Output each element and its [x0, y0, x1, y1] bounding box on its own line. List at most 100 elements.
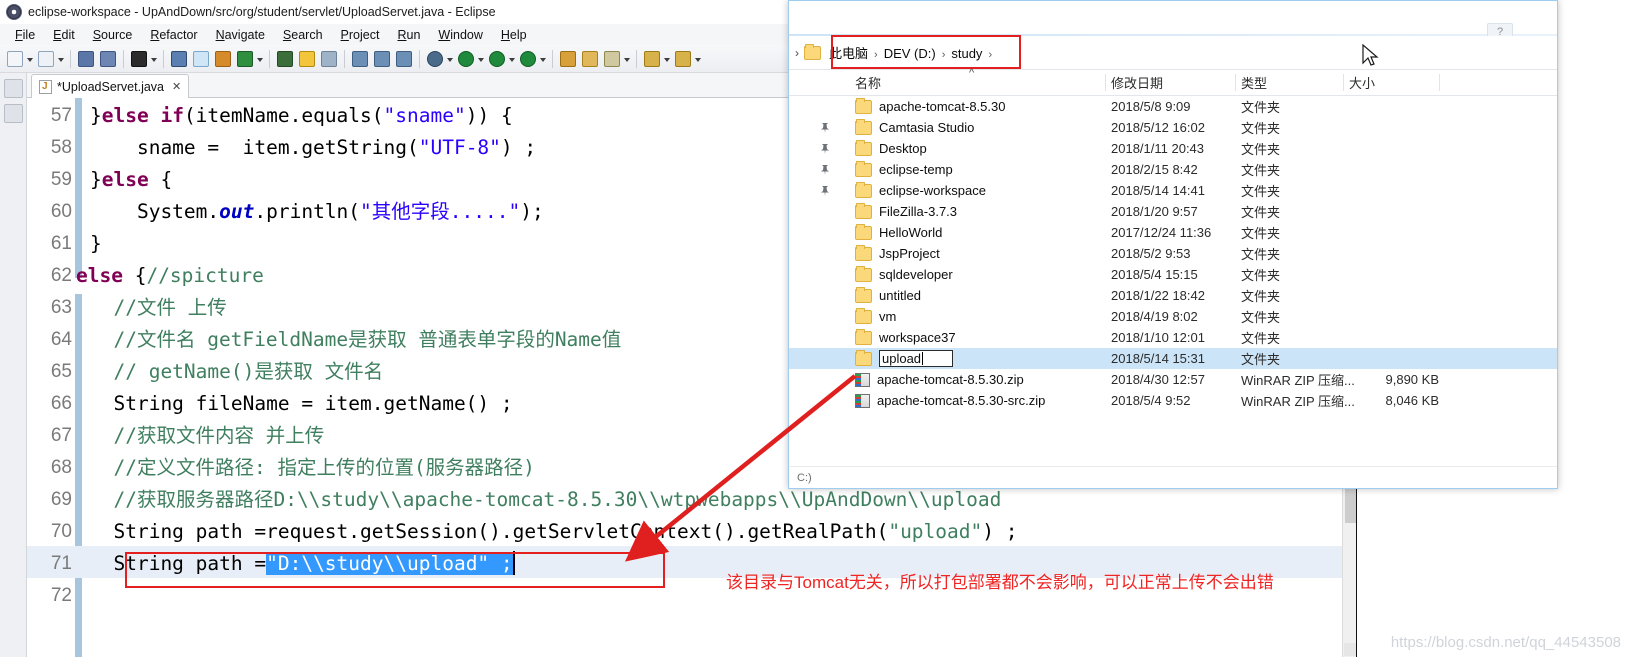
toolbar-separator: [163, 49, 164, 68]
tab-close-icon[interactable]: ✕: [172, 80, 181, 93]
code-line: String path =request.getSession().getSer…: [90, 516, 1017, 548]
toggle-markoccurrences-icon[interactable]: [191, 49, 211, 69]
code-token: System.: [90, 200, 220, 223]
file-type-cell: 文件夹: [1241, 331, 1281, 346]
code-token: }: [90, 168, 102, 191]
file-date-cell: 2018/5/12 16:02: [1111, 120, 1205, 135]
refresh-icon[interactable]: [235, 49, 255, 69]
menu-item-navigate[interactable]: Navigate: [207, 27, 274, 43]
chevron-down-icon[interactable]: [256, 49, 265, 69]
package-explorer-icon[interactable]: [3, 79, 23, 98]
run-green-icon[interactable]: [456, 49, 476, 69]
file-name-cell: sqldeveloper: [855, 265, 953, 282]
run-yellow-icon[interactable]: [297, 49, 317, 69]
file-row[interactable]: JspProject 2018/5/2 9:53 文件夹: [789, 243, 1557, 264]
file-list[interactable]: apache-tomcat-8.5.30 2018/5/8 9:09 文件夹 Camt…: [789, 96, 1557, 466]
edit-icon[interactable]: [602, 49, 622, 69]
file-row[interactable]: untitled 2018/1/22 18:42 文件夹: [789, 285, 1557, 306]
file-row[interactable]: apache-tomcat-8.5.30-src.zip 2018/5/4 9:5…: [789, 390, 1557, 411]
open-task-icon[interactable]: [372, 49, 392, 69]
outline-view-icon[interactable]: [3, 104, 23, 123]
file-name-text: untitled: [879, 288, 921, 303]
menu-item-source[interactable]: Source: [84, 27, 142, 43]
file-name-cell: HelloWorld: [855, 223, 942, 240]
file-row[interactable]: HelloWorld 2017/12/24 11:36 文件夹: [789, 222, 1557, 243]
chevron-down-icon[interactable]: [539, 49, 548, 69]
debug-perspective-icon[interactable]: [425, 49, 445, 69]
open-console-icon[interactable]: [169, 49, 189, 69]
highlight-box-breadcrumb: [831, 35, 1021, 69]
menu-item-search[interactable]: Search: [274, 27, 332, 43]
menu-item-edit[interactable]: Edit: [44, 27, 84, 43]
nav-forward-icon[interactable]: ›: [795, 46, 799, 60]
file-row[interactable]: apache-tomcat-8.5.30.zip 2018/4/30 12:57 W…: [789, 369, 1557, 390]
menu-item-help[interactable]: Help: [492, 27, 536, 43]
pin-icon: [819, 185, 830, 197]
chevron-down-icon[interactable]: [446, 49, 455, 69]
code-token: //文件 上传: [90, 296, 227, 319]
chevron-down-icon[interactable]: [663, 49, 672, 69]
tab-uploadservet-java[interactable]: *UploadServet.java ✕: [31, 74, 190, 98]
coverage-icon[interactable]: [487, 49, 507, 69]
folder-icon: [855, 244, 872, 261]
line-number: 60: [50, 201, 72, 222]
file-row[interactable]: workspace37 2018/1/10 12:01 文件夹: [789, 327, 1557, 348]
chevron-down-icon[interactable]: [477, 49, 486, 69]
save-all-icon[interactable]: [98, 49, 118, 69]
profile-icon[interactable]: [518, 49, 538, 69]
previous-annotation-icon[interactable]: [673, 49, 693, 69]
code-token: "其他字段.....": [360, 200, 521, 223]
menu-item-window[interactable]: Window: [429, 27, 491, 43]
file-row[interactable]: Desktop 2018/1/11 20:43 文件夹: [789, 138, 1557, 159]
save-icon[interactable]: [76, 49, 96, 69]
chevron-down-icon[interactable]: [26, 49, 35, 69]
file-row[interactable]: Camtasia Studio 2018/5/12 16:02 文件夹: [789, 117, 1557, 138]
file-row[interactable]: FileZilla-3.7.3 2018/1/20 9:57 文件夹: [789, 201, 1557, 222]
chevron-down-icon[interactable]: [623, 49, 632, 69]
file-row[interactable]: vm 2018/4/19 8:02 文件夹: [789, 306, 1557, 327]
open-resource-icon[interactable]: [558, 49, 578, 69]
file-row[interactable]: apache-tomcat-8.5.30 2018/5/8 9:09 文件夹: [789, 96, 1557, 117]
column-header-type[interactable]: 类型: [1241, 70, 1267, 95]
menu-item-refactor[interactable]: Refactor: [141, 27, 206, 43]
file-row[interactable]: upload 2018/5/14 15:31 文件夹: [789, 348, 1557, 369]
next-annotation-icon[interactable]: [642, 49, 662, 69]
line-number: 72: [50, 585, 72, 606]
file-explorer-window: ? › 此电脑 › DEV (D:) › study › 名称 修改日期 类型 大小 ^ …: [788, 0, 1558, 489]
menu-item-project[interactable]: Project: [332, 27, 389, 43]
folder-icon: [855, 202, 872, 219]
file-date-cell: 2018/4/19 8:02: [1111, 309, 1198, 324]
folder-icon: [855, 265, 872, 282]
file-date-cell: 2017/12/24 11:36: [1111, 225, 1212, 240]
debug-icon[interactable]: [275, 49, 295, 69]
file-type-cell: 文件夹: [1241, 100, 1281, 115]
external-tools-icon[interactable]: [319, 49, 339, 69]
show-whitespace-icon[interactable]: [394, 49, 414, 69]
file-type-cell: 文件夹: [1241, 163, 1281, 178]
watermark-text: https://blog.csdn.net/qq_44543508: [1390, 634, 1621, 651]
file-row[interactable]: eclipse-workspace 2018/5/14 14:41 文件夹: [789, 180, 1557, 201]
toolbar-separator: [344, 49, 345, 68]
file-name-cell: vm: [855, 307, 896, 324]
file-row[interactable]: sqldeveloper 2018/5/4 15:15 文件夹: [789, 264, 1557, 285]
code-line: String fileName = item.getName() ;: [90, 388, 512, 420]
chevron-down-icon[interactable]: [508, 49, 517, 69]
print-icon[interactable]: [129, 49, 149, 69]
chevron-down-icon[interactable]: [57, 49, 66, 69]
column-header-date[interactable]: 修改日期: [1111, 70, 1163, 95]
chevron-down-icon[interactable]: [150, 49, 159, 69]
open-type-icon[interactable]: [350, 49, 370, 69]
menu-item-run[interactable]: Run: [388, 27, 429, 43]
column-header-name[interactable]: 名称: [855, 70, 881, 95]
rename-input[interactable]: upload: [879, 350, 953, 367]
code-token: }: [90, 232, 102, 255]
file-row[interactable]: eclipse-temp 2018/2/15 8:42 文件夹: [789, 159, 1557, 180]
new-java-project-icon[interactable]: [36, 49, 56, 69]
open-folder-icon[interactable]: [580, 49, 600, 69]
folder-icon: [855, 286, 872, 303]
new-class-icon[interactable]: [213, 49, 233, 69]
menu-item-file[interactable]: File: [6, 27, 44, 43]
new-wizard-icon[interactable]: [5, 49, 25, 69]
column-header-size[interactable]: 大小: [1349, 70, 1375, 95]
chevron-down-icon[interactable]: [694, 49, 703, 69]
